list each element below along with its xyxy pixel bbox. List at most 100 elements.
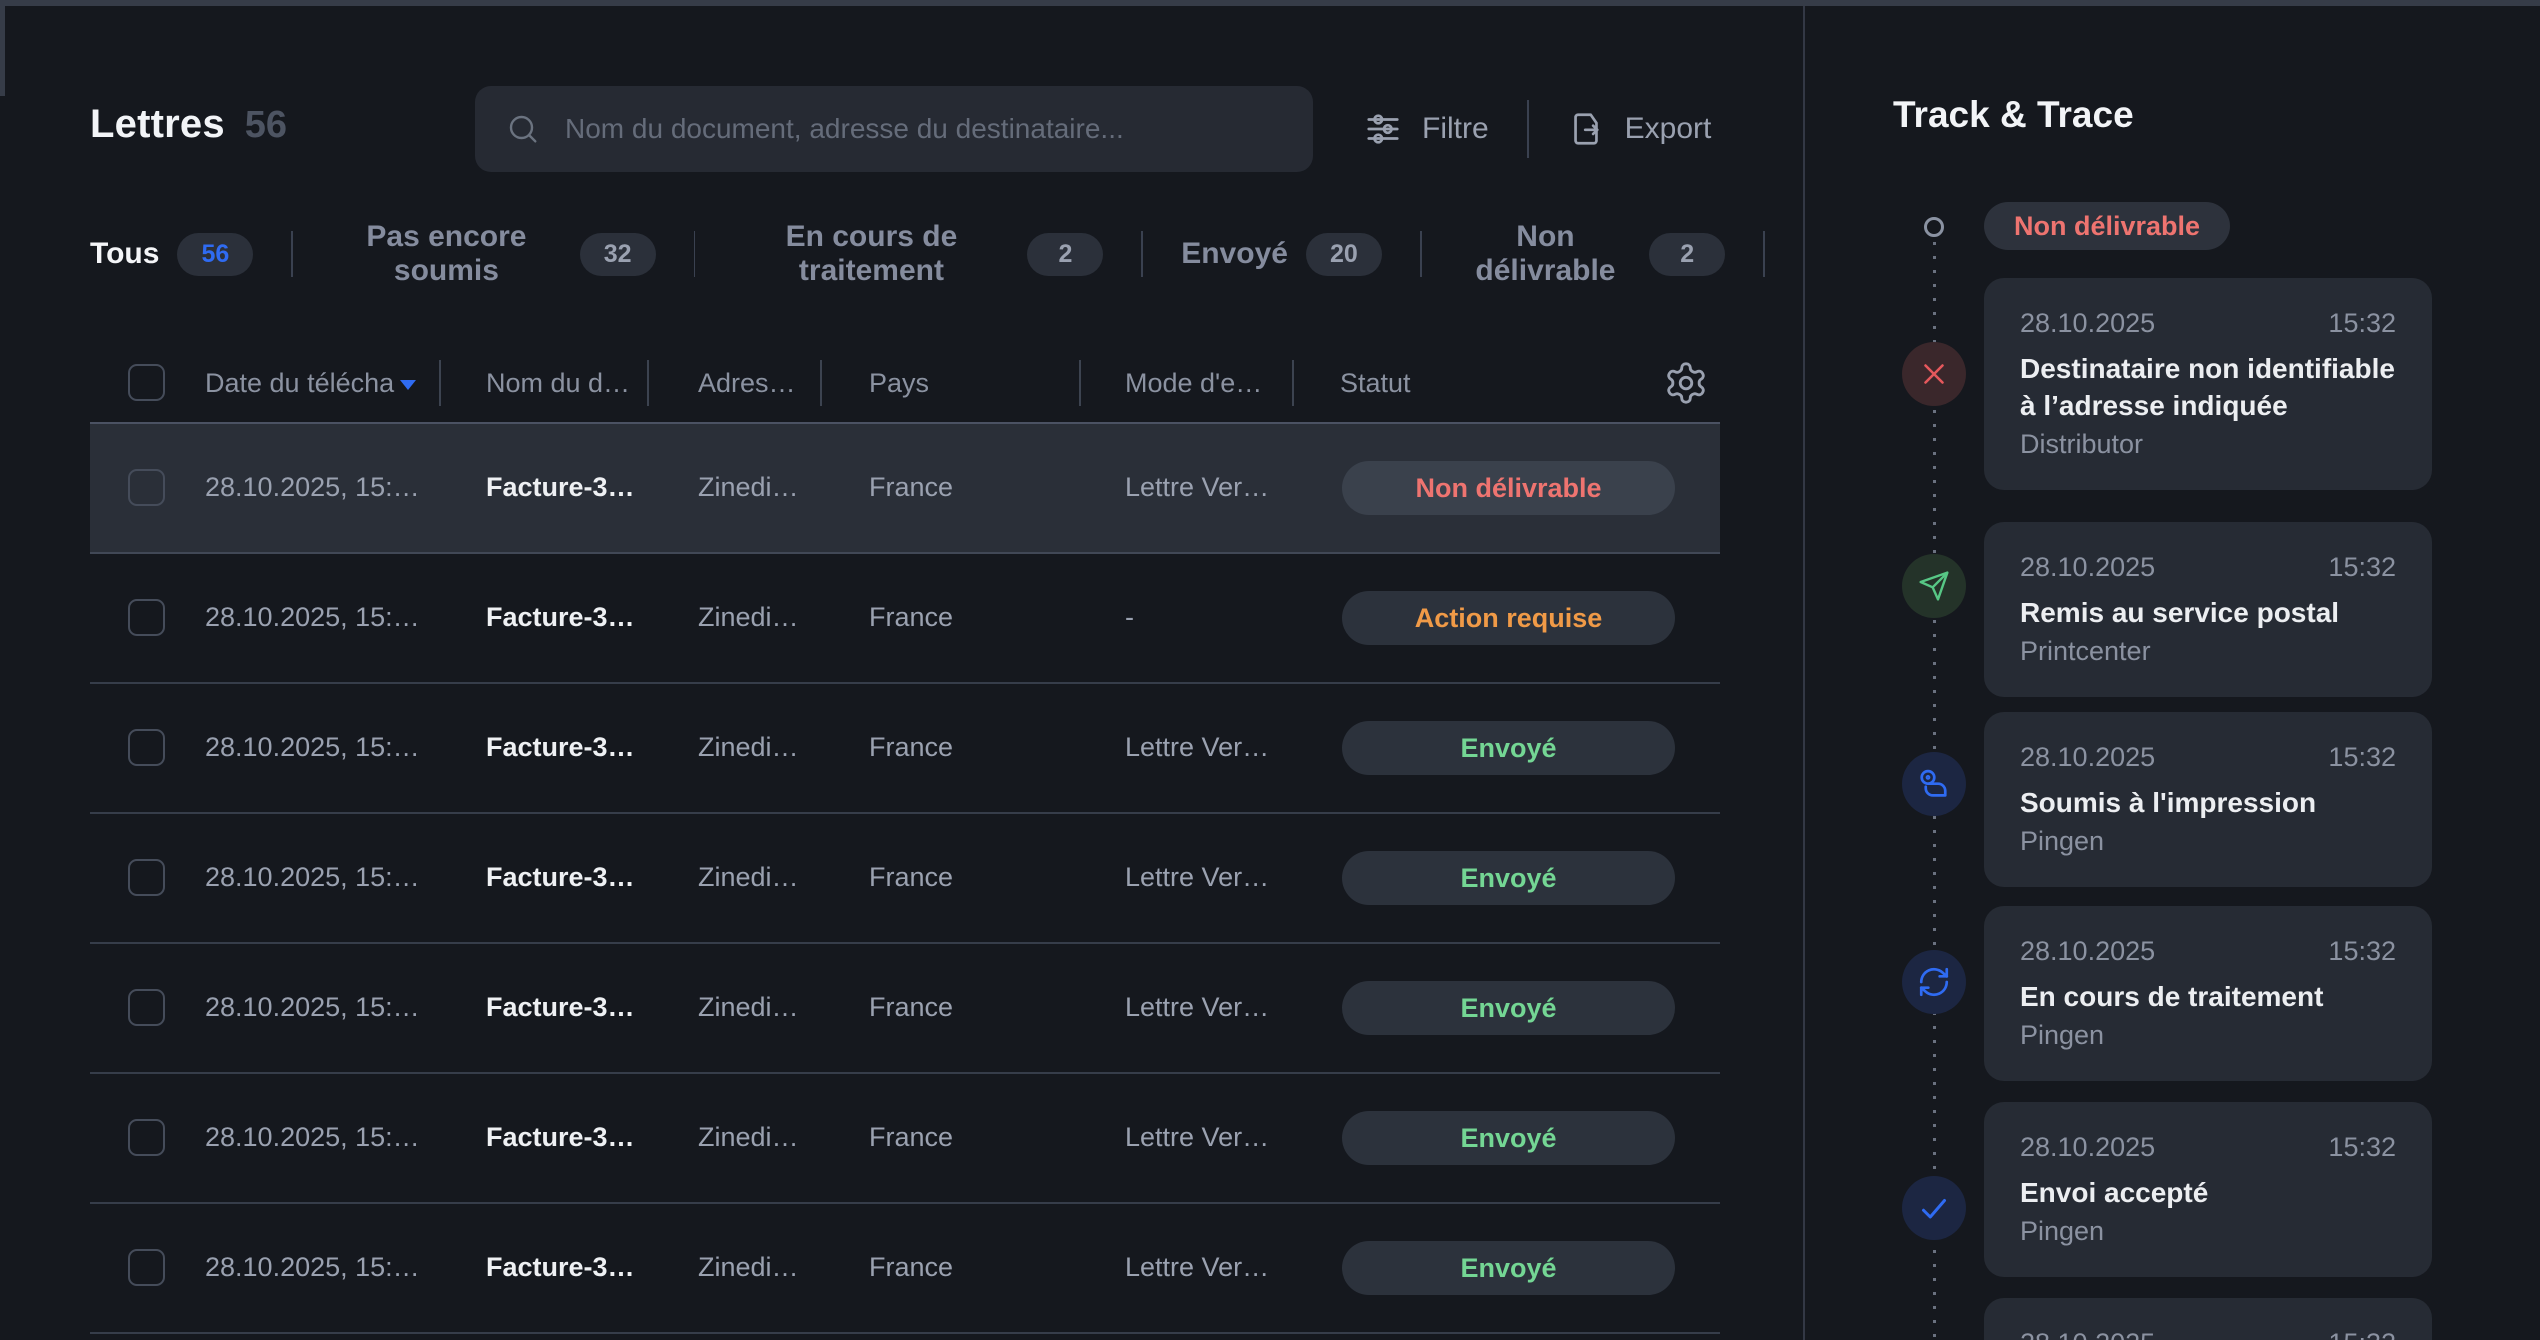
tab-count-badge: 32	[579, 232, 656, 276]
table-row[interactable]: 28.10.2025, 15:… Facture-3… Zinedi… France -…	[90, 554, 1720, 684]
check-icon	[1902, 1176, 1966, 1240]
row-document-name: Facture-3…	[486, 732, 635, 762]
column-settings-button[interactable]	[1662, 360, 1710, 408]
send-icon	[1902, 554, 1966, 618]
table-row[interactable]: 28.10.2025, 15:… Facture-3… Zinedi… France L…	[90, 1204, 1720, 1334]
track-and-trace-panel: Track & Trace Non délivrable 28.10.2025 1…	[1805, 6, 2540, 1340]
column-header-label: Date du télécha	[205, 368, 395, 398]
tab-separator	[693, 231, 696, 277]
export-button[interactable]: Export	[1543, 110, 1736, 148]
search-icon	[509, 115, 537, 143]
status-tabs: Tous 56 Pas encore soumis 32 En cours de tra…	[90, 220, 1803, 287]
tab-tous[interactable]: Tous 56	[90, 232, 254, 276]
row-checkbox[interactable]	[128, 989, 165, 1026]
row-send-mode: -	[1125, 602, 1134, 632]
event-time: 15:32	[2328, 742, 2396, 772]
column-header-date[interactable]: Date du télécha	[205, 344, 417, 422]
column-separator	[1079, 360, 1081, 406]
tab-separator	[1419, 231, 1422, 277]
row-checkbox[interactable]	[128, 729, 165, 766]
event-date-row: 28.10.2025 15:32	[2020, 1328, 2396, 1340]
row-send-mode: Lettre Ver…	[1125, 1252, 1270, 1282]
track-status-badge: Non délivrable	[1984, 202, 2231, 250]
letters-panel: Lettres 56 Filtre	[0, 6, 1803, 1340]
row-recipient: Zinedi…	[698, 602, 799, 632]
export-label: Export	[1624, 112, 1712, 145]
app-window: Lettres 56 Filtre	[0, 0, 2540, 1340]
event-source: Printcenter	[2020, 635, 2151, 666]
sync-icon	[1902, 950, 1966, 1014]
row-date: 28.10.2025, 15:…	[205, 602, 420, 632]
table-row[interactable]: 28.10.2025, 15:… Facture-3… Zinedi… France L…	[90, 424, 1720, 554]
row-date: 28.10.2025, 15:…	[205, 862, 420, 892]
tab-en-cours-de-traitement[interactable]: En cours de traitement 2	[733, 220, 1104, 288]
page-title-count: 56	[244, 104, 288, 146]
print-icon	[1902, 752, 1966, 816]
search-input[interactable]	[563, 112, 1283, 146]
timeline-start-ring	[1924, 217, 1944, 237]
column-header-label: Adres…	[698, 368, 796, 398]
event-date-row: 28.10.2025 15:32	[2020, 308, 2396, 339]
row-send-mode: Lettre Ver…	[1125, 992, 1270, 1022]
event-title: En cours de traitement	[2020, 981, 2324, 1012]
tab-non-d-livrable[interactable]: Non délivrable 2	[1460, 220, 1726, 288]
status-badge: Non délivrable	[1342, 461, 1675, 515]
row-document-name: Facture-3…	[486, 602, 635, 632]
row-checkbox[interactable]	[128, 1119, 165, 1156]
row-country: France	[869, 862, 954, 892]
timeline-event-card: 28.10.2025 15:32 Envoi accepté Pingen	[1984, 1102, 2432, 1277]
status-badge: Envoyé	[1342, 721, 1675, 775]
event-date: 28.10.2025	[2020, 742, 2156, 772]
filter-button[interactable]: Filtre	[1340, 110, 1513, 148]
tab-pas-encore-soumis[interactable]: Pas encore soumis 32	[331, 220, 656, 288]
select-all-checkbox[interactable]	[128, 364, 165, 401]
event-time: 15:32	[2328, 936, 2396, 966]
tab-count-badge: 2	[1649, 232, 1726, 276]
row-recipient: Zinedi…	[698, 992, 799, 1022]
event-source: Distributor	[2020, 428, 2144, 459]
event-date: 28.10.2025	[2020, 936, 2156, 966]
row-country: France	[869, 732, 954, 762]
timeline-event-card: 28.10.2025 15:32 Soumis à l'impression Ping…	[1984, 712, 2432, 887]
event-date: 28.10.2025	[2020, 552, 2156, 582]
tab-separator	[1763, 231, 1765, 277]
row-country: France	[869, 472, 954, 502]
tab-separator	[1141, 231, 1144, 277]
tab-count-badge: 56	[177, 232, 254, 276]
row-checkbox[interactable]	[128, 859, 165, 896]
row-send-mode: Lettre Ver…	[1125, 862, 1270, 892]
event-time: 15:32	[2328, 1328, 2396, 1340]
table-row[interactable]: 28.10.2025, 15:… Facture-3… Zinedi… France L…	[90, 944, 1720, 1074]
search-bar[interactable]	[475, 86, 1313, 172]
row-checkbox[interactable]	[128, 599, 165, 636]
row-recipient: Zinedi…	[698, 732, 799, 762]
row-date: 28.10.2025, 15:…	[205, 1122, 420, 1152]
row-checkbox[interactable]	[128, 1249, 165, 1286]
table-body: 28.10.2025, 15:… Facture-3… Zinedi… France L…	[90, 424, 1720, 1334]
tab-envoy-[interactable]: Envoyé 20	[1181, 232, 1382, 276]
row-country: France	[869, 992, 954, 1022]
table-row[interactable]: 28.10.2025, 15:… Facture-3… Zinedi… France L…	[90, 1074, 1720, 1204]
column-header-label: Statut	[1340, 368, 1411, 398]
column-separator	[647, 360, 649, 406]
table-row[interactable]: 28.10.2025, 15:… Facture-3… Zinedi… France L…	[90, 684, 1720, 814]
status-badge: Action requise	[1342, 591, 1675, 645]
table-row[interactable]: 28.10.2025, 15:… Facture-3… Zinedi… France L…	[90, 814, 1720, 944]
row-document-name: Facture-3…	[486, 992, 635, 1022]
tab-count-badge: 2	[1027, 232, 1104, 276]
column-header-label: Pays	[869, 368, 930, 398]
row-recipient: Zinedi…	[698, 862, 799, 892]
row-checkbox[interactable]	[128, 469, 165, 506]
toolbar-divider	[1526, 100, 1529, 158]
column-header-label: Mode d'e…	[1125, 368, 1263, 398]
tab-label: Envoyé	[1181, 237, 1288, 270]
status-badge: Envoyé	[1342, 981, 1675, 1035]
status-badge: Envoyé	[1342, 1111, 1675, 1165]
row-send-mode: Lettre Ver…	[1125, 472, 1270, 502]
row-country: France	[869, 602, 954, 632]
page-title: Lettres 56	[90, 102, 287, 147]
row-recipient: Zinedi…	[698, 472, 799, 502]
row-document-name: Facture-3…	[486, 1122, 635, 1152]
page-title-label: Lettres	[90, 102, 225, 146]
row-date: 28.10.2025, 15:…	[205, 992, 420, 1022]
